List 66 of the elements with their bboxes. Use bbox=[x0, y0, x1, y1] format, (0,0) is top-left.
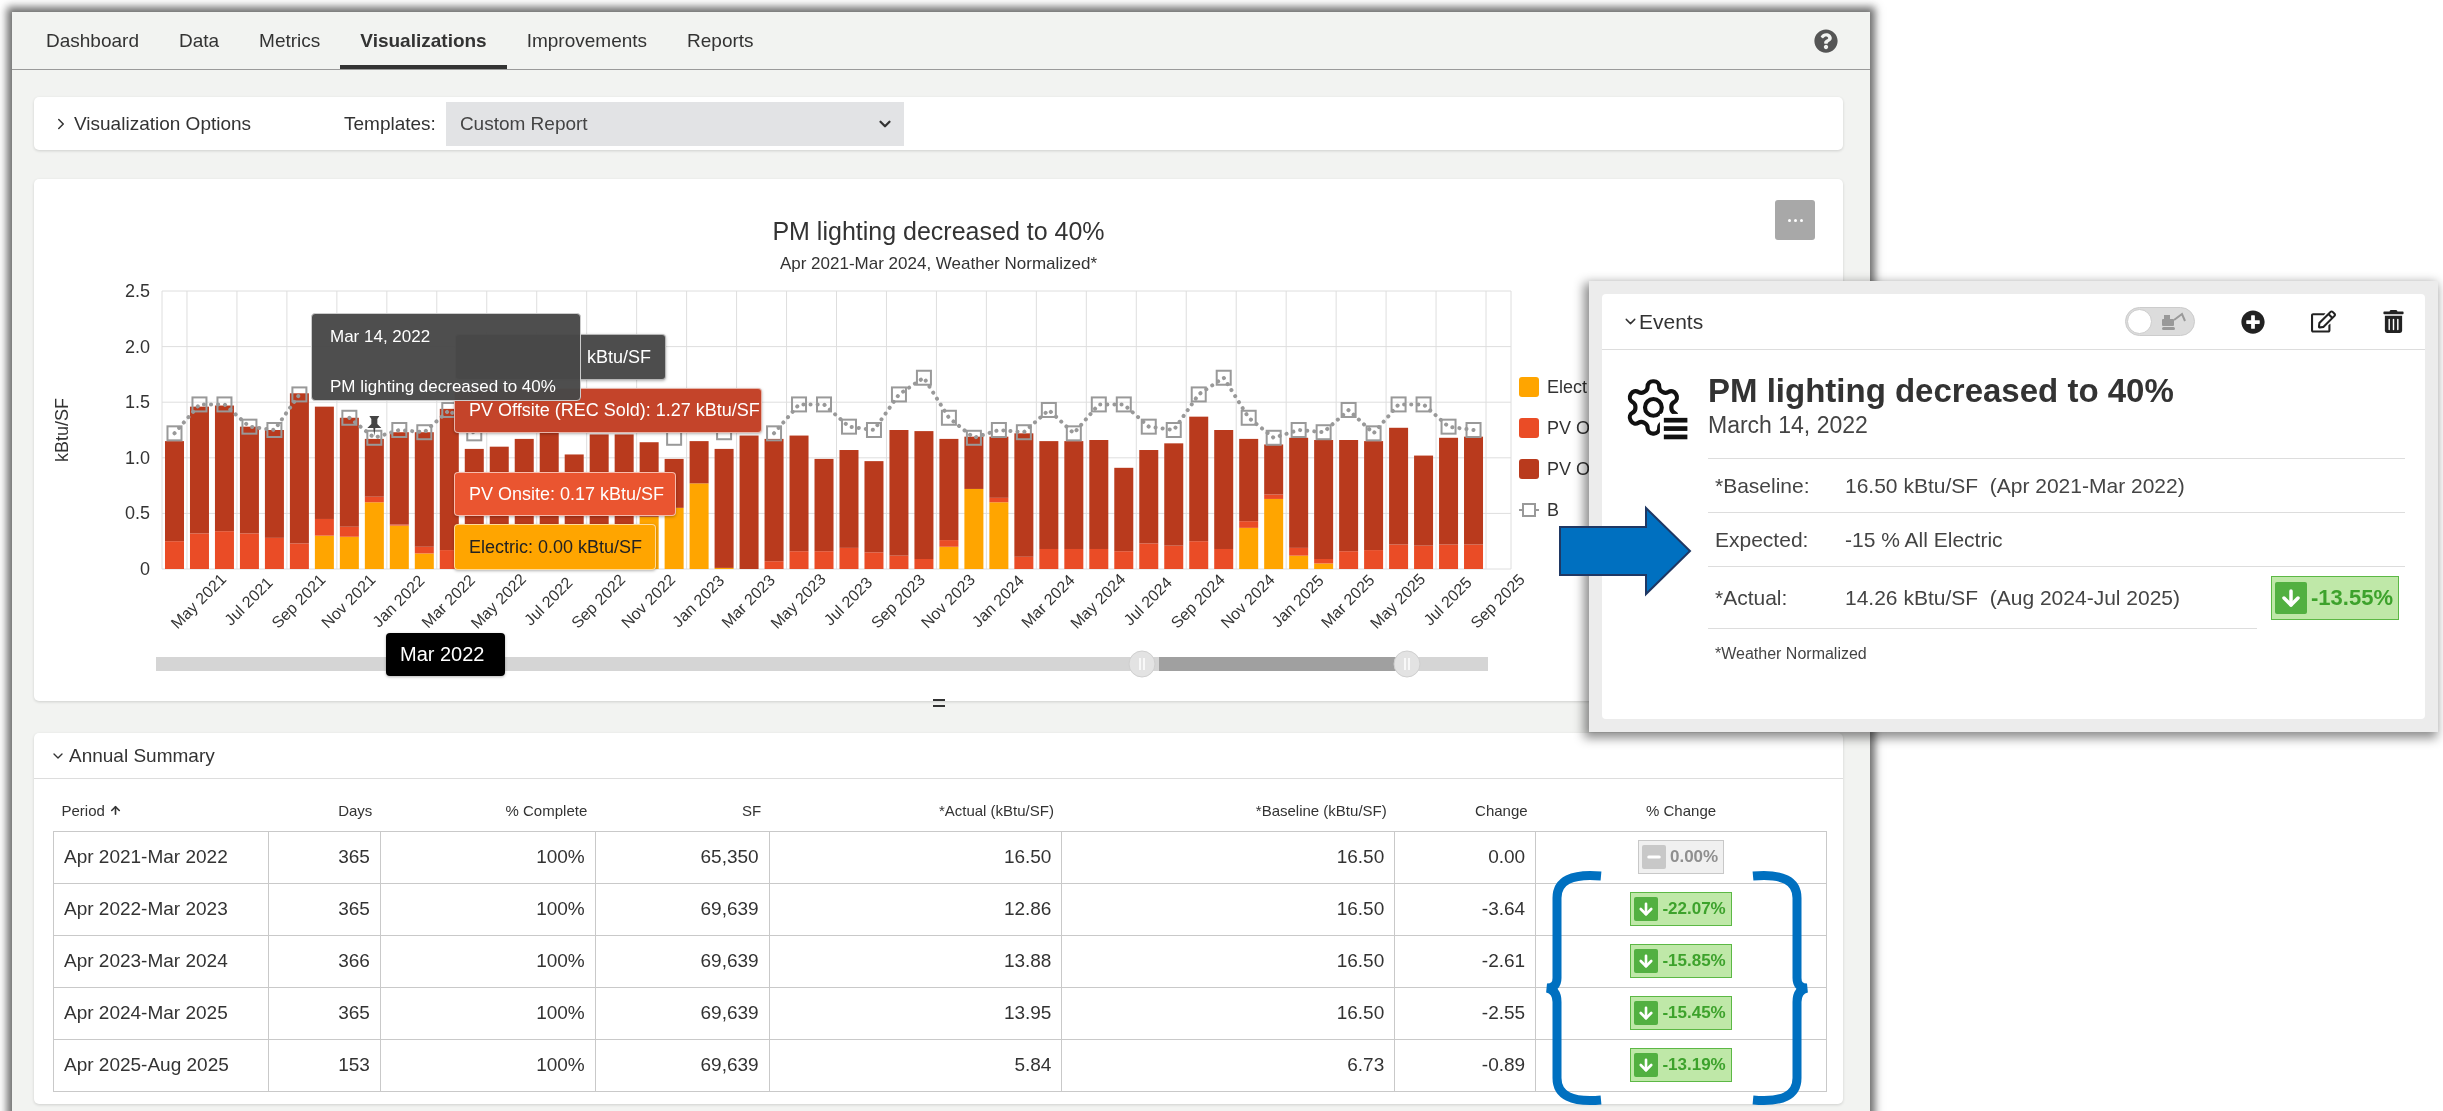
table-cell: 69,639 bbox=[595, 935, 770, 987]
table-cell: 69,639 bbox=[595, 1039, 770, 1091]
axis-tick-label: 0 bbox=[140, 559, 150, 579]
axis-tick-label: 0.5 bbox=[124, 503, 150, 524]
table-cell: -0.89 bbox=[1394, 1039, 1536, 1091]
table-cell: Apr 2022-Mar 2023 bbox=[53, 883, 269, 935]
table-cell: 365 bbox=[268, 883, 381, 935]
axis-tick-label: 1.5 bbox=[124, 392, 150, 413]
table-cell: 13.95 bbox=[769, 987, 1062, 1039]
table-cell: 12.86 bbox=[769, 883, 1062, 935]
table-cell: 100% bbox=[380, 883, 596, 935]
table-cell: 16.50 bbox=[1061, 883, 1395, 935]
table-cell: 16.50 bbox=[769, 831, 1062, 883]
table-cell: 6.73 bbox=[1061, 1039, 1395, 1091]
detail-label: *Actual: bbox=[1715, 585, 1789, 610]
detail-value: -15 % All Electric bbox=[1845, 527, 2003, 552]
table-cell: 366 bbox=[268, 935, 381, 987]
table-cell: -2.55 bbox=[1394, 987, 1536, 1039]
change-badge: -13.55% bbox=[2271, 576, 2399, 620]
section-title: Annual Summary bbox=[69, 744, 215, 767]
series-tooltip: Electric: 0.00 kBtu/SF bbox=[454, 524, 656, 570]
table-cell: 100% bbox=[380, 831, 596, 883]
table-cell: 100% bbox=[380, 935, 596, 987]
table-cell: 153 bbox=[268, 1039, 381, 1091]
event-date: March 14, 2022 bbox=[1708, 411, 1869, 440]
table-cell: -3.64 bbox=[1394, 883, 1536, 935]
event-title: PM lighting decreased to 40% bbox=[1708, 372, 2175, 410]
detail-label: Expected: bbox=[1715, 527, 1810, 552]
table-cell: 100% bbox=[380, 1039, 596, 1091]
detail-label: *Baseline: bbox=[1715, 473, 1811, 498]
table-cell: 69,639 bbox=[595, 883, 770, 935]
table-cell: 13.88 bbox=[769, 935, 1062, 987]
table-cell: 16.50 bbox=[1061, 935, 1395, 987]
table-cell: 69,639 bbox=[595, 987, 770, 1039]
table-cell: 5.84 bbox=[769, 1039, 1062, 1091]
change-badge: -15.45% bbox=[1630, 996, 1732, 1030]
event-tooltip: Mar 14, 2022 PM lighting decreased to 40% bbox=[311, 313, 581, 401]
table-cell: 0.00 bbox=[1394, 831, 1536, 883]
chart-subtitle: Apr 2021-Mar 2024, Weather Normalized* bbox=[779, 254, 1098, 274]
panel-title: Events bbox=[1639, 309, 1704, 334]
table-cell: 16.50 bbox=[1061, 987, 1395, 1039]
table-cell: -2.61 bbox=[1394, 935, 1536, 987]
chart-title: PM lighting decreased to 40% bbox=[772, 216, 1105, 246]
series-tooltip: PV Onsite: 0.17 kBtu/SF bbox=[454, 472, 676, 516]
table-cell: Apr 2023-Mar 2024 bbox=[53, 935, 269, 987]
change-badge: 0.00% bbox=[1637, 840, 1725, 874]
table-cell: 100% bbox=[380, 987, 596, 1039]
change-badge: -15.85% bbox=[1630, 944, 1732, 978]
axis-tick-label: 2.5 bbox=[124, 281, 150, 301]
templates-label: Templates: bbox=[344, 112, 436, 135]
table-cell: 16.50 bbox=[1061, 831, 1395, 883]
table-cell: 365 bbox=[268, 831, 381, 883]
table-cell: Apr 2025-Aug 2025 bbox=[53, 1039, 269, 1091]
footnote: *Weather Normalized bbox=[1714, 645, 1868, 663]
axis-title: kBtu/SF bbox=[52, 398, 72, 462]
table-cell: 65,350 bbox=[595, 831, 770, 883]
detail-value: 16.50 kBtu/SF (Apr 2021-Mar 2022) bbox=[1845, 473, 2185, 498]
table-cell: 365 bbox=[268, 987, 381, 1039]
axis-crosshair-label: Mar 2022 bbox=[386, 633, 505, 676]
table-cell: Apr 2024-Mar 2025 bbox=[53, 987, 269, 1039]
detail-value: 14.26 kBtu/SF (Aug 2024-Jul 2025) bbox=[1845, 585, 2181, 610]
axis-tick-label: 2.0 bbox=[124, 336, 150, 357]
change-badge: -22.07% bbox=[1630, 892, 1732, 926]
table-cell: Apr 2021-Mar 2022 bbox=[53, 831, 269, 883]
axis-tick-label: 1.0 bbox=[124, 447, 150, 468]
change-badge: -13.19% bbox=[1630, 1048, 1732, 1082]
